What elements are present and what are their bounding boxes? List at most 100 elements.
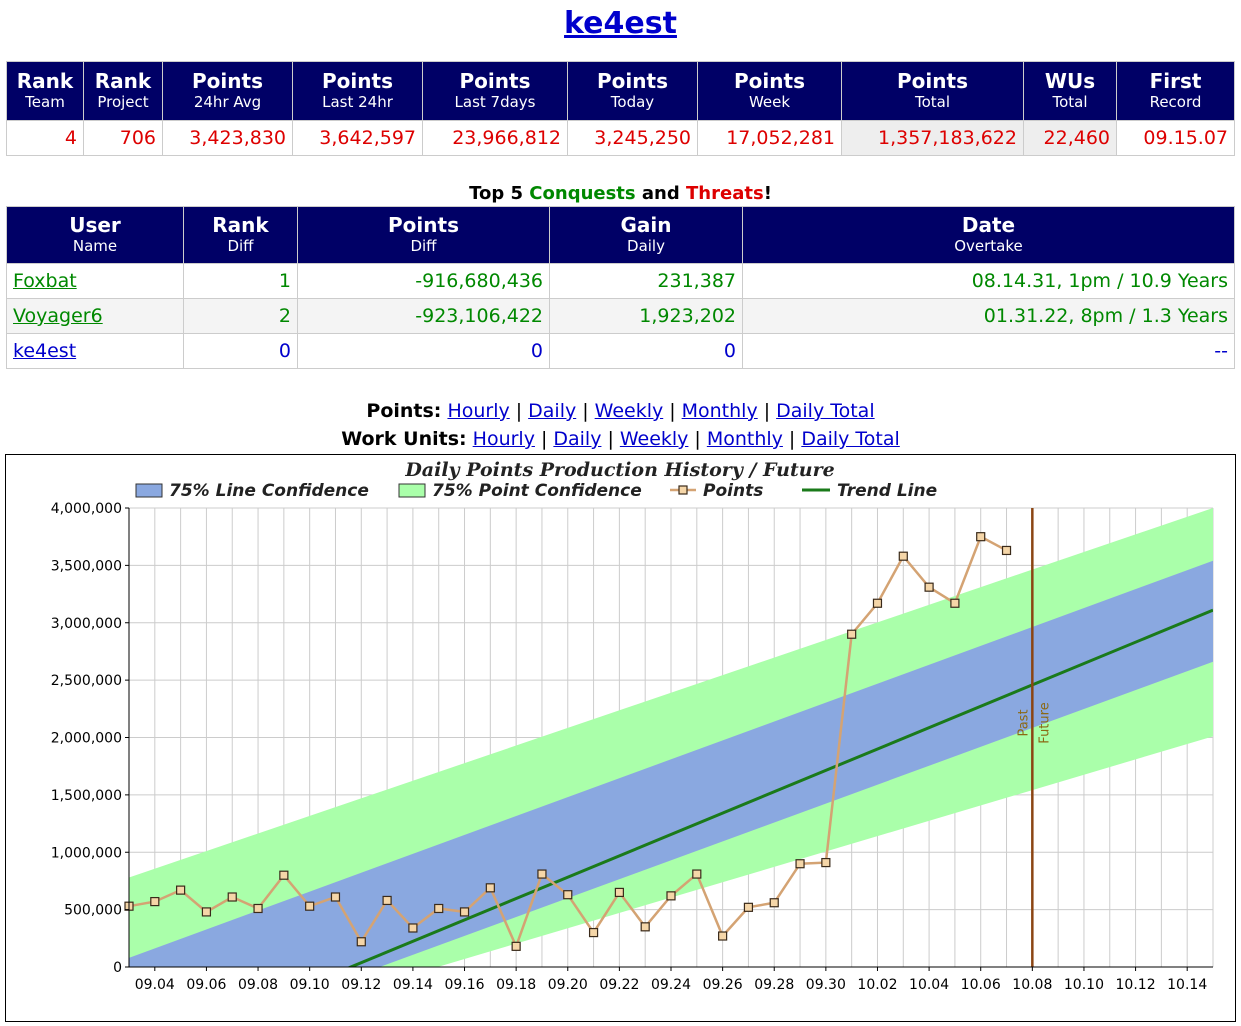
points-weekly-link[interactable]: Weekly bbox=[595, 400, 664, 422]
wu-daily-total-link[interactable]: Daily Total bbox=[801, 428, 900, 450]
value-points-last-24hr: 3,642,597 bbox=[292, 120, 423, 156]
data-point bbox=[176, 885, 186, 895]
header-points-week: Points Week bbox=[697, 61, 842, 121]
points-daily-link[interactable]: Daily bbox=[528, 400, 576, 422]
header-points-last-24hr: Points Last 24hr bbox=[292, 61, 423, 121]
header-gain-daily: Gain Daily bbox=[549, 206, 743, 264]
data-point bbox=[563, 890, 573, 900]
rivals-table: User Name Rank Diff Points Diff Gain Daily D… bbox=[6, 206, 1235, 369]
data-point bbox=[150, 896, 160, 907]
x-tick-label: 09.10 bbox=[290, 977, 330, 993]
data-point bbox=[279, 870, 289, 880]
value-points-total: 1,357,183,622 bbox=[841, 120, 1024, 156]
header-points-total: Points Total bbox=[841, 61, 1024, 121]
legend-line-confidence-label: 75% Line Confidence bbox=[169, 481, 369, 501]
x-tick-label: 09.26 bbox=[703, 977, 743, 993]
data-point bbox=[305, 901, 315, 911]
data-point bbox=[356, 937, 366, 947]
legend-point-confidence-swatch bbox=[398, 483, 426, 498]
y-tick-label: 500,000 bbox=[64, 903, 122, 919]
data-point bbox=[795, 859, 805, 869]
y-tick-label: 2,500,000 bbox=[51, 673, 122, 689]
wu-monthly-link[interactable]: Monthly bbox=[707, 428, 783, 450]
page-title: ke4est bbox=[0, 6, 1241, 41]
y-tick-label: 1,500,000 bbox=[51, 788, 122, 804]
rival-name-cell: Foxbat bbox=[6, 263, 184, 299]
x-tick-label: 09.28 bbox=[754, 977, 794, 993]
data-point bbox=[692, 869, 702, 879]
stats-value-row: 4 706 3,423,830 3,642,597 23,966,812 3,2… bbox=[6, 120, 1235, 156]
rival-name-link[interactable]: Voyager6 bbox=[13, 305, 103, 327]
wu-weekly-link[interactable]: Weekly bbox=[620, 428, 689, 450]
data-point bbox=[640, 922, 650, 932]
x-tick-label: 10.04 bbox=[909, 977, 949, 993]
x-tick-label: 10.10 bbox=[1064, 977, 1104, 993]
data-point bbox=[847, 629, 857, 639]
value-wus-total: 22,460 bbox=[1023, 120, 1117, 156]
future-label: Future bbox=[1037, 702, 1052, 743]
header-points-24hr-avg: Points 24hr Avg bbox=[162, 61, 293, 121]
data-point bbox=[872, 598, 883, 608]
points-hourly-link[interactable]: Hourly bbox=[447, 400, 509, 422]
legend-point-confidence-label: 75% Point Confidence bbox=[432, 481, 642, 501]
data-point bbox=[924, 582, 934, 592]
value-rank-team: 4 bbox=[6, 120, 84, 156]
header-rank-team: Rank Team bbox=[6, 61, 84, 121]
rival-name-cell: Voyager6 bbox=[6, 298, 184, 334]
y-tick-label: 4,000,000 bbox=[51, 501, 122, 517]
points-diff-cell: -923,106,422 bbox=[297, 298, 550, 334]
user-name-link[interactable]: ke4est bbox=[564, 6, 677, 41]
y-tick-label: 3,500,000 bbox=[51, 558, 122, 574]
table-row: Voyager6 2 -923,106,422 1,923,202 01.31.… bbox=[6, 298, 1235, 334]
wu-hourly-link[interactable]: Hourly bbox=[473, 428, 535, 450]
header-points-today: Points Today bbox=[567, 61, 698, 121]
x-tick-label: 09.08 bbox=[238, 977, 278, 993]
value-points-24hr-avg: 3,423,830 bbox=[162, 120, 293, 156]
value-rank-project: 706 bbox=[83, 120, 163, 156]
chart-svg: Past Future 0 500,000 1,000,000 1,500,000 2,00… bbox=[51, 459, 1214, 993]
x-tick-label: 09.18 bbox=[496, 977, 536, 993]
data-point bbox=[821, 857, 831, 868]
rank-diff-cell: 2 bbox=[183, 298, 298, 334]
rival-name-link[interactable]: ke4est bbox=[13, 340, 76, 362]
rival-name-link[interactable]: Foxbat bbox=[13, 270, 77, 292]
data-point bbox=[485, 883, 495, 893]
points-links-row: Points: Hourly | Daily | Weekly | Monthly | Dail… bbox=[366, 400, 875, 422]
legend-line-confidence-swatch bbox=[135, 483, 163, 498]
data-point bbox=[769, 898, 779, 908]
data-point bbox=[382, 895, 392, 906]
rank-diff-cell: 1 bbox=[183, 263, 298, 299]
value-points-week: 17,052,281 bbox=[697, 120, 842, 156]
gain-cell: 0 bbox=[549, 333, 743, 369]
points-daily-total-link[interactable]: Daily Total bbox=[776, 400, 875, 422]
x-tick-label: 09.20 bbox=[548, 977, 588, 993]
rank-diff-cell: 0 bbox=[183, 333, 298, 369]
data-point bbox=[588, 927, 599, 938]
header-user-name: User Name bbox=[6, 206, 184, 264]
x-tick-label: 10.02 bbox=[857, 977, 897, 993]
data-point bbox=[459, 907, 470, 917]
x-tick-label: 10.08 bbox=[1012, 977, 1052, 993]
points-diff-cell: -916,680,436 bbox=[297, 263, 550, 299]
data-point bbox=[743, 902, 754, 912]
data-point bbox=[1001, 545, 1012, 556]
header-points-diff: Points Diff bbox=[297, 206, 550, 264]
x-tick-label: 09.22 bbox=[599, 977, 639, 993]
x-tick-label: 09.12 bbox=[341, 977, 381, 993]
data-point bbox=[614, 887, 624, 898]
points-history-chart: Past Future 0 500,000 1,000,000 1,500,000 2,00… bbox=[5, 454, 1236, 1022]
data-point bbox=[537, 869, 547, 879]
header-points-last-7days: Points Last 7days bbox=[422, 61, 568, 121]
x-tick-label: 09.04 bbox=[135, 977, 175, 993]
y-tick-label: 2,000,000 bbox=[51, 731, 122, 747]
header-wus-total: WUs Total bbox=[1023, 61, 1117, 121]
value-points-last-7days: 23,966,812 bbox=[422, 120, 568, 156]
header-first-record: First Record bbox=[1116, 61, 1235, 121]
points-diff-cell: 0 bbox=[297, 333, 550, 369]
table-row: ke4est 0 0 0 -- bbox=[6, 333, 1235, 369]
points-monthly-link[interactable]: Monthly bbox=[682, 400, 758, 422]
data-point bbox=[950, 598, 960, 608]
conquests-label: Conquests bbox=[529, 183, 636, 204]
wu-daily-link[interactable]: Daily bbox=[553, 428, 601, 450]
overtake-cell: 08.14.31, 1pm / 10.9 Years bbox=[742, 263, 1235, 299]
